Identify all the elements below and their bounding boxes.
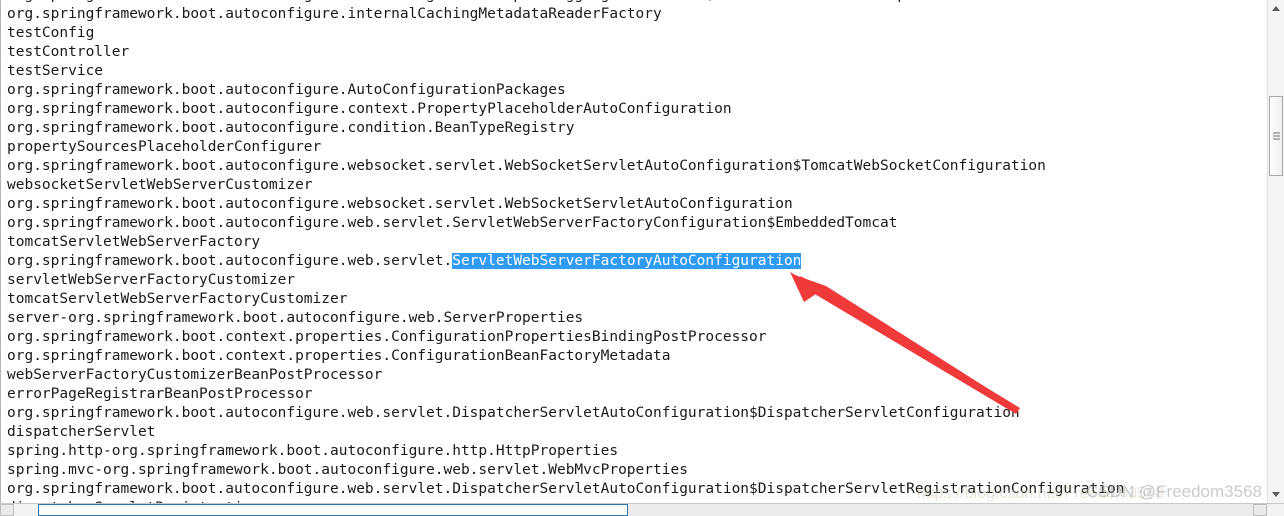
console-output-window: org.springframework.boot.autoconfigure.A… [0, 0, 1284, 516]
scroll-up-button[interactable] [1268, 0, 1284, 17]
output-line[interactable]: propertySourcesPlaceholderConfigurer [1, 138, 1262, 157]
output-line[interactable]: servletWebServerFactoryCustomizer [1, 271, 1262, 290]
output-line[interactable]: spring.mvc-org.springframework.boot.auto… [1, 461, 1262, 480]
output-line[interactable]: org.springframework.boot.context.propert… [1, 347, 1262, 366]
output-line[interactable]: org.springframework.boot.autoconfigure.w… [1, 214, 1262, 233]
output-line[interactable]: dispatcherServlet [1, 423, 1262, 442]
output-line[interactable]: server-org.springframework.boot.autoconf… [1, 309, 1262, 328]
triangle-down-icon [1272, 492, 1280, 497]
output-line[interactable]: tomcatServletWebServerFactory [1, 233, 1262, 252]
output-line[interactable]: org.springframework.boot.autoconfigure.w… [1, 252, 1262, 271]
output-line[interactable]: errorPageRegistrarBeanPostProcessor [1, 385, 1262, 404]
output-line[interactable]: webServerFactoryCustomizerBeanPostProces… [1, 366, 1262, 385]
output-line[interactable]: org.springframework.boot.autoconfigure.A… [1, 81, 1262, 100]
watermark-label: CSDN @Freedom3568 [1086, 482, 1262, 501]
output-line[interactable]: org.springframework.boot.autoconfigure.c… [1, 119, 1262, 138]
selected-text[interactable]: ServletWebServerFactoryAutoConfiguration [452, 253, 802, 269]
horizontal-scrollbar-track[interactable] [628, 504, 1267, 516]
output-line[interactable]: org.springframework.boot.autoconfigure.w… [1, 404, 1262, 423]
triangle-up-icon [1272, 6, 1280, 11]
vertical-scrollbar[interactable] [1267, 0, 1284, 503]
horizontal-scrollbar-thumb[interactable] [38, 504, 628, 516]
scroll-down-button[interactable] [1268, 486, 1284, 503]
output-line[interactable]: org.springframework.boot.autoconfigure.w… [1, 157, 1262, 176]
output-line[interactable]: testService [1, 62, 1262, 81]
scroll-left-button[interactable] [0, 504, 14, 516]
output-line[interactable]: testController [1, 43, 1262, 62]
output-line[interactable]: org.springframework.boot.autoconfigure.c… [1, 100, 1262, 119]
output-line[interactable]: websocketServletWebServerCustomizer [1, 176, 1262, 195]
horizontal-scrollbar[interactable] [0, 503, 1284, 516]
output-line[interactable]: org.springframework.boot.autoconfigure.i… [1, 5, 1262, 24]
line-text-prefix: org.springframework.boot.autoconfigure.w… [7, 253, 453, 269]
vertical-scrollbar-thumb[interactable] [1269, 96, 1283, 176]
bean-name-line-list: org.springframework.boot.autoconfigure.A… [1, 0, 1262, 503]
output-line[interactable]: org.springframework.boot.autoconfigure.w… [1, 195, 1262, 214]
text-output-pane[interactable]: org.springframework.boot.autoconfigure.A… [0, 0, 1262, 503]
output-line[interactable]: tomcatServletWebServerFactoryCustomizer [1, 290, 1262, 309]
output-line[interactable]: testConfig [1, 24, 1262, 43]
output-line[interactable]: spring.http-org.springframework.boot.aut… [1, 442, 1262, 461]
scrollbar-grip-icon [1273, 132, 1280, 140]
output-line[interactable]: org.springframework.boot.context.propert… [1, 328, 1262, 347]
scroll-right-button[interactable] [1253, 504, 1267, 516]
